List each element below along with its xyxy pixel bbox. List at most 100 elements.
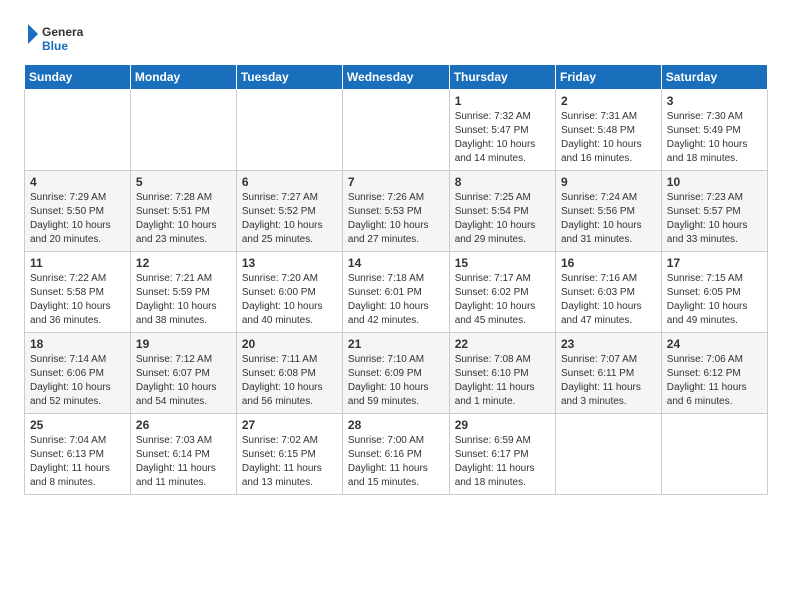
day-number: 2: [561, 94, 656, 108]
day-number: 17: [667, 256, 762, 270]
day-number: 13: [242, 256, 337, 270]
day-number: 21: [348, 337, 444, 351]
calendar-week-row: 1 Sunrise: 7:32 AM Sunset: 5:47 PM Daylig…: [25, 90, 768, 171]
day-info: Sunrise: 7:06 AM Sunset: 6:12 PM Dayligh…: [667, 353, 762, 409]
day-number: 8: [455, 175, 550, 189]
logo: General Blue: [24, 20, 84, 56]
page-header: General Blue: [24, 20, 768, 56]
weekday-header-saturday: Saturday: [661, 65, 767, 90]
calendar-cell: 8 Sunrise: 7:25 AM Sunset: 5:54 PM Daylig…: [449, 171, 555, 252]
day-number: 5: [136, 175, 231, 189]
day-number: 24: [667, 337, 762, 351]
day-info: Sunrise: 7:24 AM Sunset: 5:56 PM Dayligh…: [561, 191, 656, 247]
calendar-cell: 20Sunrise: 7:11 AM Sunset: 6:08 PM Dayli…: [236, 333, 342, 414]
day-info: Sunrise: 7:03 AM Sunset: 6:14 PM Dayligh…: [136, 434, 231, 490]
calendar-cell: 4 Sunrise: 7:29 AM Sunset: 5:50 PM Daylig…: [25, 171, 131, 252]
calendar-cell: 23Sunrise: 7:07 AM Sunset: 6:11 PM Dayli…: [555, 333, 661, 414]
day-number: 18: [30, 337, 125, 351]
calendar-cell: 24 Sunrise: 7:06 AM Sunset: 6:12 PM Dayli…: [661, 333, 767, 414]
day-info: Sunrise: 7:29 AM Sunset: 5:50 PM Dayligh…: [30, 191, 125, 247]
weekday-header-tuesday: Tuesday: [236, 65, 342, 90]
day-number: 16: [561, 256, 656, 270]
calendar-cell: 28 Sunrise: 7:00 AM Sunset: 6:16 PM Dayli…: [342, 414, 449, 495]
calendar-body: 1 Sunrise: 7:32 AM Sunset: 5:47 PM Daylig…: [25, 90, 768, 495]
day-info: Sunrise: 7:22 AM Sunset: 5:58 PM Dayligh…: [30, 272, 125, 328]
day-info: Sunrise: 7:27 AM Sunset: 5:52 PM Dayligh…: [242, 191, 337, 247]
calendar-cell: 26 Sunrise: 7:03 AM Sunset: 6:14 PM Dayli…: [130, 414, 236, 495]
calendar-cell: [236, 90, 342, 171]
day-info: Sunrise: 7:25 AM Sunset: 5:54 PM Dayligh…: [455, 191, 550, 247]
day-info: Sunrise: 7:11 AM Sunset: 6:08 PM Dayligh…: [242, 353, 337, 409]
day-info: Sunrise: 7:31 AM Sunset: 5:48 PM Dayligh…: [561, 110, 656, 166]
calendar-cell: 7 Sunrise: 7:26 AM Sunset: 5:53 PM Daylig…: [342, 171, 449, 252]
calendar-cell: [25, 90, 131, 171]
day-number: 28: [348, 418, 444, 432]
calendar-cell: 17 Sunrise: 7:15 AM Sunset: 6:05 PM Dayli…: [661, 252, 767, 333]
day-info: Sunrise: 7:15 AM Sunset: 6:05 PM Dayligh…: [667, 272, 762, 328]
weekday-header-friday: Friday: [555, 65, 661, 90]
weekday-header-monday: Monday: [130, 65, 236, 90]
day-info: Sunrise: 7:02 AM Sunset: 6:15 PM Dayligh…: [242, 434, 337, 490]
day-info: Sunrise: 7:20 AM Sunset: 6:00 PM Dayligh…: [242, 272, 337, 328]
calendar-cell: 15Sunrise: 7:17 AM Sunset: 6:02 PM Dayli…: [449, 252, 555, 333]
calendar-week-row: 11Sunrise: 7:22 AM Sunset: 5:58 PM Dayli…: [25, 252, 768, 333]
day-info: Sunrise: 6:59 AM Sunset: 6:17 PM Dayligh…: [455, 434, 550, 490]
day-info: Sunrise: 7:07 AM Sunset: 6:11 PM Dayligh…: [561, 353, 656, 409]
weekday-header-sunday: Sunday: [25, 65, 131, 90]
day-number: 4: [30, 175, 125, 189]
day-info: Sunrise: 7:14 AM Sunset: 6:06 PM Dayligh…: [30, 353, 125, 409]
calendar-cell: [342, 90, 449, 171]
svg-text:General: General: [42, 25, 84, 39]
day-info: Sunrise: 7:32 AM Sunset: 5:47 PM Dayligh…: [455, 110, 550, 166]
day-info: Sunrise: 7:23 AM Sunset: 5:57 PM Dayligh…: [667, 191, 762, 247]
calendar-cell: 14Sunrise: 7:18 AM Sunset: 6:01 PM Dayli…: [342, 252, 449, 333]
calendar-cell: 1 Sunrise: 7:32 AM Sunset: 5:47 PM Daylig…: [449, 90, 555, 171]
calendar-cell: 21 Sunrise: 7:10 AM Sunset: 6:09 PM Dayli…: [342, 333, 449, 414]
day-number: 10: [667, 175, 762, 189]
calendar-cell: 25 Sunrise: 7:04 AM Sunset: 6:13 PM Dayli…: [25, 414, 131, 495]
day-info: Sunrise: 7:12 AM Sunset: 6:07 PM Dayligh…: [136, 353, 231, 409]
day-number: 29: [455, 418, 550, 432]
weekday-header-thursday: Thursday: [449, 65, 555, 90]
day-number: 6: [242, 175, 337, 189]
day-info: Sunrise: 7:28 AM Sunset: 5:51 PM Dayligh…: [136, 191, 231, 247]
day-number: 12: [136, 256, 231, 270]
calendar-cell: 2 Sunrise: 7:31 AM Sunset: 5:48 PM Daylig…: [555, 90, 661, 171]
calendar-cell: [555, 414, 661, 495]
calendar-cell: 19 Sunrise: 7:12 AM Sunset: 6:07 PM Dayli…: [130, 333, 236, 414]
day-info: Sunrise: 7:16 AM Sunset: 6:03 PM Dayligh…: [561, 272, 656, 328]
calendar-cell: 12 Sunrise: 7:21 AM Sunset: 5:59 PM Dayli…: [130, 252, 236, 333]
calendar-cell: 18 Sunrise: 7:14 AM Sunset: 6:06 PM Dayli…: [25, 333, 131, 414]
day-number: 25: [30, 418, 125, 432]
day-info: Sunrise: 7:08 AM Sunset: 6:10 PM Dayligh…: [455, 353, 550, 409]
calendar-cell: 3Sunrise: 7:30 AM Sunset: 5:49 PM Daylig…: [661, 90, 767, 171]
day-info: Sunrise: 7:04 AM Sunset: 6:13 PM Dayligh…: [30, 434, 125, 490]
day-info: Sunrise: 7:30 AM Sunset: 5:49 PM Dayligh…: [667, 110, 762, 166]
calendar-cell: 11Sunrise: 7:22 AM Sunset: 5:58 PM Dayli…: [25, 252, 131, 333]
day-number: 1: [455, 94, 550, 108]
day-info: Sunrise: 7:18 AM Sunset: 6:01 PM Dayligh…: [348, 272, 444, 328]
calendar-cell: [130, 90, 236, 171]
day-number: 22: [455, 337, 550, 351]
day-number: 7: [348, 175, 444, 189]
day-number: 27: [242, 418, 337, 432]
calendar-cell: 5 Sunrise: 7:28 AM Sunset: 5:51 PM Daylig…: [130, 171, 236, 252]
calendar-cell: 27 Sunrise: 7:02 AM Sunset: 6:15 PM Dayli…: [236, 414, 342, 495]
calendar-cell: 16 Sunrise: 7:16 AM Sunset: 6:03 PM Dayli…: [555, 252, 661, 333]
calendar-week-row: 4 Sunrise: 7:29 AM Sunset: 5:50 PM Daylig…: [25, 171, 768, 252]
calendar-week-row: 18 Sunrise: 7:14 AM Sunset: 6:06 PM Dayli…: [25, 333, 768, 414]
day-number: 19: [136, 337, 231, 351]
day-info: Sunrise: 7:00 AM Sunset: 6:16 PM Dayligh…: [348, 434, 444, 490]
weekday-header-wednesday: Wednesday: [342, 65, 449, 90]
day-info: Sunrise: 7:21 AM Sunset: 5:59 PM Dayligh…: [136, 272, 231, 328]
calendar-cell: 6 Sunrise: 7:27 AM Sunset: 5:52 PM Daylig…: [236, 171, 342, 252]
day-info: Sunrise: 7:10 AM Sunset: 6:09 PM Dayligh…: [348, 353, 444, 409]
calendar-cell: [661, 414, 767, 495]
day-info: Sunrise: 7:26 AM Sunset: 5:53 PM Dayligh…: [348, 191, 444, 247]
calendar-cell: 13 Sunrise: 7:20 AM Sunset: 6:00 PM Dayli…: [236, 252, 342, 333]
logo-svg: General Blue: [24, 20, 84, 56]
calendar-week-row: 25 Sunrise: 7:04 AM Sunset: 6:13 PM Dayli…: [25, 414, 768, 495]
calendar-cell: 22 Sunrise: 7:08 AM Sunset: 6:10 PM Dayli…: [449, 333, 555, 414]
calendar-table: SundayMondayTuesdayWednesdayThursdayFrid…: [24, 64, 768, 495]
day-number: 26: [136, 418, 231, 432]
